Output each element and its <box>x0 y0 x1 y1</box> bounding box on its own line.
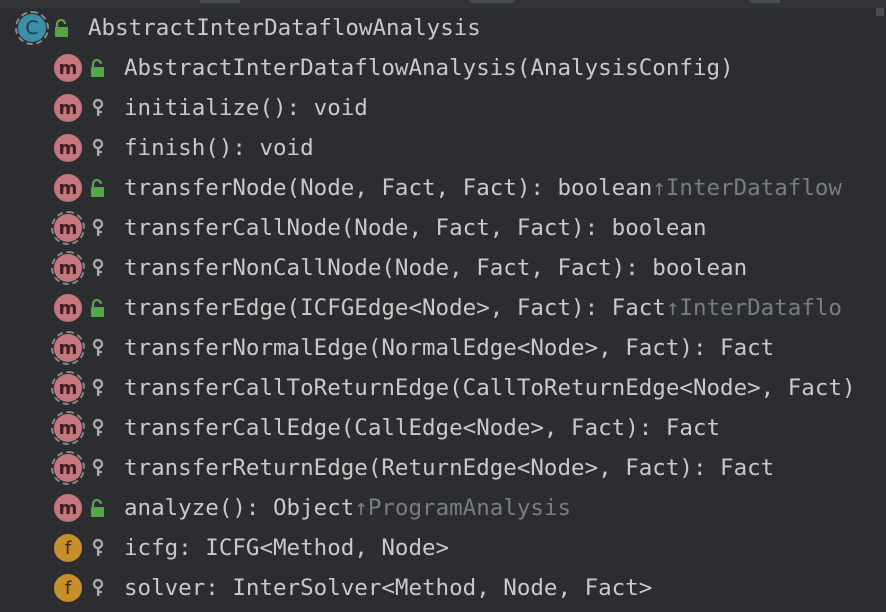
member-signature: icfg: ICFG<Method, Node> <box>124 535 450 561</box>
tree-node-field[interactable]: f solver: InterSolver<Method, Node, Fact> <box>54 568 872 608</box>
key-icon <box>90 378 106 398</box>
member-signature: transferCallToReturnEdge(CallToReturnEdg… <box>124 375 856 401</box>
member-signature: initialize(): void <box>124 95 368 121</box>
method-icon: m <box>54 294 82 322</box>
tree-node-method[interactable]: m transferCallNode(Node, Fact, Fact): boo… <box>51 208 872 248</box>
tree-node-method[interactable]: m transferReturnEdge(ReturnEdge<Node>, Fa… <box>51 448 872 488</box>
member-signature: analyze(): Object <box>124 495 355 521</box>
member-signature: finish(): void <box>124 135 314 161</box>
method-icon: m <box>54 174 82 202</box>
abstract-method-icon: m <box>51 331 85 365</box>
toolbar-tab-edge <box>200 0 240 3</box>
inherited-from-label: ↑InterDataflo <box>665 295 842 321</box>
tree-node-method[interactable]: m transferCallEdge(CallEdge<Node>, Fact):… <box>51 408 872 448</box>
member-signature: transferCallEdge(CallEdge<Node>, Fact): … <box>124 415 721 441</box>
vertical-scrollbar[interactable] <box>874 8 886 612</box>
tree-node-method[interactable]: m finish(): void <box>54 128 872 168</box>
tree-node-method[interactable]: m transferNormalEdge(NormalEdge<Node>, Fa… <box>51 328 872 368</box>
key-icon <box>90 578 106 598</box>
method-icon: m <box>54 494 82 522</box>
tree-node-method[interactable]: m transferNonCallNode(Node, Fact, Fact): … <box>51 248 872 288</box>
unlock-icon <box>90 178 106 198</box>
member-signature: transferReturnEdge(ReturnEdge<Node>, Fac… <box>124 455 775 481</box>
toolbar-tab-edge <box>470 0 514 3</box>
tree-node-method[interactable]: m analyze(): Object ↑ProgramAnalysis <box>54 488 872 528</box>
tree-node-method[interactable]: m initialize(): void <box>54 88 872 128</box>
member-signature: solver: InterSolver<Method, Node, Fact> <box>124 575 653 601</box>
abstract-method-icon: m <box>51 451 85 485</box>
key-icon <box>90 98 106 118</box>
field-icon: f <box>54 534 82 562</box>
key-icon <box>90 218 106 238</box>
inherited-from-label: ↑ProgramAnalysis <box>354 495 572 521</box>
unlock-icon <box>90 498 106 518</box>
member-signature: transferEdge(ICFGEdge<Node>, Fact): Fact <box>124 295 666 321</box>
key-icon <box>90 138 106 158</box>
member-signature: AbstractInterDataflowAnalysis(AnalysisCo… <box>124 55 734 81</box>
member-signature: transferCallNode(Node, Fact, Fact): bool… <box>124 215 707 241</box>
key-icon <box>90 338 106 358</box>
unlock-icon <box>90 298 106 318</box>
key-icon <box>90 538 106 558</box>
key-icon <box>90 458 106 478</box>
scrollbar-thumb[interactable] <box>876 8 884 16</box>
key-icon <box>90 258 106 278</box>
structure-tree: C AbstractInterDataflowAnalysis m AbstractI… <box>0 8 872 612</box>
abstract-method-icon: m <box>51 371 85 405</box>
top-toolbar-strip <box>0 0 886 8</box>
tree-node-field[interactable]: f icfg: ICFG<Method, Node> <box>54 528 872 568</box>
tree-node-method[interactable]: m transferEdge(ICFGEdge<Node>, Fact): Fac… <box>54 288 872 328</box>
tree-node-method[interactable]: m transferNode(Node, Fact, Fact): boolean… <box>54 168 872 208</box>
field-icon: f <box>54 574 82 602</box>
abstract-method-icon: m <box>51 211 85 245</box>
toolbar-tab-edge <box>750 0 780 3</box>
abstract-method-icon: m <box>51 411 85 445</box>
abstract-method-icon: m <box>51 251 85 285</box>
method-icon: m <box>54 134 82 162</box>
unlock-icon <box>54 18 70 38</box>
class-icon: C <box>15 11 49 45</box>
method-icon: m <box>54 94 82 122</box>
member-signature: transferNode(Node, Fact, Fact): boolean <box>124 175 653 201</box>
key-icon <box>90 418 106 438</box>
tree-node-method[interactable]: m transferCallToReturnEdge(CallToReturnEd… <box>51 368 872 408</box>
member-signature: AbstractInterDataflowAnalysis <box>88 15 481 41</box>
tree-node-class[interactable]: C AbstractInterDataflowAnalysis <box>15 8 872 48</box>
inherited-from-label: ↑InterDataflow <box>652 175 842 201</box>
method-icon: m <box>54 54 82 82</box>
member-signature: transferNonCallNode(Node, Fact, Fact): b… <box>124 255 748 281</box>
unlock-icon <box>90 58 106 78</box>
tree-node-method[interactable]: m AbstractInterDataflowAnalysis(AnalysisC… <box>54 48 872 88</box>
member-signature: transferNormalEdge(NormalEdge<Node>, Fac… <box>124 335 775 361</box>
